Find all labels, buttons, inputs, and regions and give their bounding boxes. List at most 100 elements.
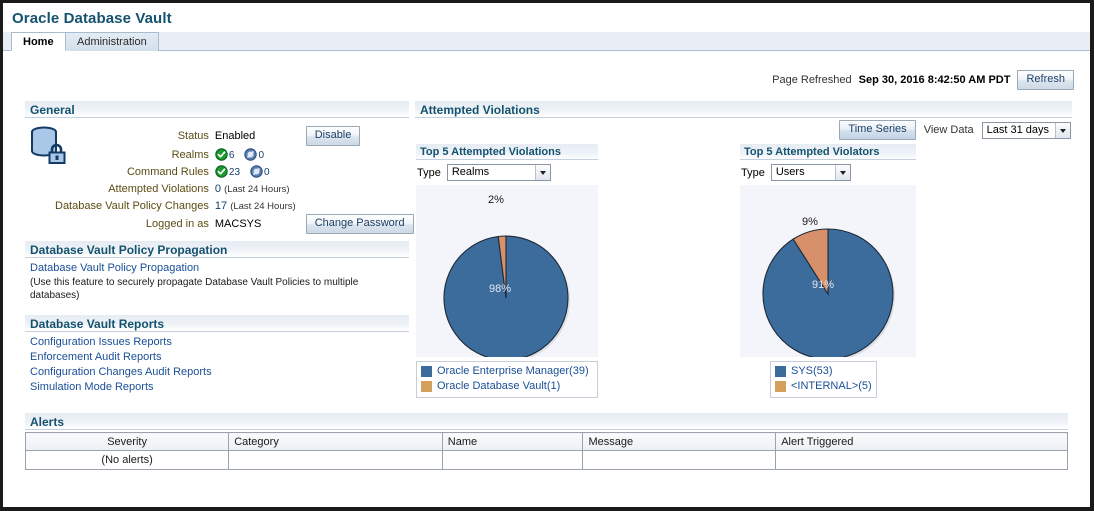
policy-changes-count: 17 (214, 199, 228, 212)
violators-type-row: Type Users (740, 160, 916, 185)
left-column: General Status Enabled Disable Realms 6 … (25, 101, 414, 403)
page-refresh-bar: Page Refreshed Sep 30, 2016 8:42:50 AM P… (772, 69, 1074, 91)
charts-area: Top 5 Attempted Violations Type Realms 2… (415, 144, 1072, 402)
view-data-select[interactable]: Last 31 days (981, 121, 1071, 139)
general-details-table: Status Enabled Disable Realms 6 0 Comman… (55, 126, 414, 234)
cell-category (228, 450, 443, 470)
realms-disabled-badge: 0 (244, 148, 264, 161)
link-configuration-changes-audit-reports[interactable]: Configuration Changes Audit Reports (30, 365, 409, 380)
command-rules-disabled-count: 0 (264, 167, 270, 178)
legend-label: SYS(53) (791, 365, 833, 377)
realms-label: Realms (171, 148, 209, 161)
column-header-severity[interactable]: Severity (24, 432, 230, 451)
link-configuration-issues-reports[interactable]: Configuration Issues Reports (30, 335, 409, 350)
logged-in-value: MACSYS (214, 218, 262, 230)
realms-enabled-badge: 6 (215, 148, 235, 161)
cell-alert-triggered (775, 450, 1068, 470)
attempted-violations-heading: Attempted Violations (415, 101, 1072, 118)
legend-swatch-orange-icon (775, 381, 786, 392)
legend-item: SYS(53) (775, 364, 872, 379)
application-header: Oracle Database Vault Home Administratio… (3, 3, 1090, 51)
legend-item: <INTERNAL>(5) (775, 379, 872, 394)
table-row: (No alerts) (24, 450, 1068, 470)
violators-type-value: Users (775, 166, 805, 178)
attempted-violations-value: 0 (Last 24 Hours) (215, 180, 296, 197)
attempted-violations-label: Attempted Violations (108, 182, 209, 195)
violators-pie-plot: 9% 91% (740, 185, 916, 357)
policy-changes-note: (Last 24 Hours) (230, 200, 296, 212)
command-rules-row: Command Rules 23 0 (55, 163, 414, 180)
alerts-panel: Alerts Severity Category Name Message Al… (24, 413, 1068, 470)
attempted-violations-toolbar: Time Series View Data Last 31 days (415, 118, 1072, 144)
command-rules-label: Command Rules (126, 165, 209, 178)
column-header-category[interactable]: Category (228, 432, 443, 451)
tab-home[interactable]: Home (11, 32, 66, 51)
column-header-alert-triggered[interactable]: Alert Triggered (775, 432, 1068, 451)
top5-violations-heading: Top 5 Attempted Violations (416, 144, 598, 160)
view-data-value: Last 31 days (986, 123, 1049, 136)
command-rules-enabled-count: 23 (228, 167, 241, 178)
alerts-heading: Alerts (25, 413, 1068, 430)
violations-pie-chart (443, 235, 570, 357)
policy-propagation-link[interactable]: Database Vault Policy Propagation (30, 261, 409, 276)
legend-swatch-blue-icon (421, 366, 432, 377)
top5-violators-heading: Top 5 Attempted Violators (740, 144, 916, 160)
tab-administration[interactable]: Administration (65, 32, 159, 51)
chevron-down-icon (1055, 122, 1070, 138)
alerts-table-header-row: Severity Category Name Message Alert Tri… (24, 432, 1068, 451)
page-refreshed-label: Page Refreshed (772, 74, 852, 86)
violations-legend: Oracle Enterprise Manager(39) Oracle Dat… (416, 361, 598, 398)
attempted-violations-row: Attempted Violations 0 (Last 24 Hours) (55, 180, 414, 197)
time-series-button[interactable]: Time Series (839, 120, 916, 140)
change-password-button[interactable]: Change Password (305, 214, 414, 234)
attempted-violations-count: 0 (214, 182, 222, 195)
cell-message (582, 450, 777, 470)
violators-type-select[interactable]: Users (770, 164, 851, 181)
page-title: Oracle Database Vault (12, 10, 172, 27)
general-heading: General (25, 101, 409, 118)
application-window: Oracle Database Vault Home Administratio… (0, 0, 1094, 511)
cell-severity: (No alerts) (24, 450, 230, 470)
attempted-violations-note: (Last 24 Hours) (224, 183, 290, 195)
refresh-button[interactable]: Refresh (1017, 70, 1074, 90)
command-rules-disabled-badge: 0 (250, 165, 270, 178)
page-content: Page Refreshed Sep 30, 2016 8:42:50 AM P… (3, 51, 1090, 507)
link-simulation-mode-reports[interactable]: Simulation Mode Reports (30, 380, 409, 395)
violators-pie-chart (762, 228, 895, 357)
blue-prohibited-icon (244, 148, 258, 161)
green-check-icon (215, 165, 228, 178)
column-header-name[interactable]: Name (441, 432, 584, 451)
realms-value: 6 0 (215, 146, 296, 163)
view-data-label: View Data (923, 124, 974, 136)
legend-swatch-blue-icon (775, 366, 786, 377)
column-header-message[interactable]: Message (582, 432, 777, 451)
blue-prohibited-icon (250, 165, 263, 178)
link-enforcement-audit-reports[interactable]: Enforcement Audit Reports (30, 350, 409, 365)
policy-propagation-body: Database Vault Policy Propagation (Use t… (25, 258, 409, 309)
violations-pie-plot: 2% 98% (416, 185, 598, 357)
cell-name (441, 450, 584, 470)
realms-row: Realms 6 0 (55, 146, 414, 163)
policy-propagation-hint: (Use this feature to securely propagate … (30, 277, 359, 301)
green-check-icon (215, 148, 228, 161)
legend-swatch-orange-icon (421, 381, 432, 392)
violations-type-select[interactable]: Realms (446, 164, 551, 181)
main-tabbar: Home Administration (3, 32, 1090, 51)
realms-disabled-count: 0 (258, 150, 265, 161)
policy-changes-value: 17 (Last 24 Hours) (215, 197, 296, 214)
violators-slice-label-small: 9% (802, 216, 818, 228)
reports-body: Configuration Issues Reports Enforcement… (25, 332, 409, 403)
violations-slice-label-small: 2% (488, 194, 504, 206)
reports-panel: Database Vault Reports Configuration Iss… (25, 315, 409, 403)
legend-label: <INTERNAL>(5) (791, 380, 872, 392)
logged-in-label: Logged in as (145, 218, 209, 230)
logged-in-row: Logged in as MACSYS Change Password (55, 214, 414, 234)
violators-legend: SYS(53) <INTERNAL>(5) (770, 361, 877, 398)
chevron-down-icon (534, 165, 550, 180)
legend-item: Oracle Enterprise Manager(39) (421, 364, 593, 379)
general-panel: General Status Enabled Disable Realms 6 … (25, 101, 414, 235)
command-rules-value: 23 0 (215, 163, 296, 180)
alerts-body: Severity Category Name Message Alert Tri… (24, 430, 1068, 470)
realms-enabled-count: 6 (228, 150, 235, 161)
disable-button[interactable]: Disable (305, 126, 361, 146)
